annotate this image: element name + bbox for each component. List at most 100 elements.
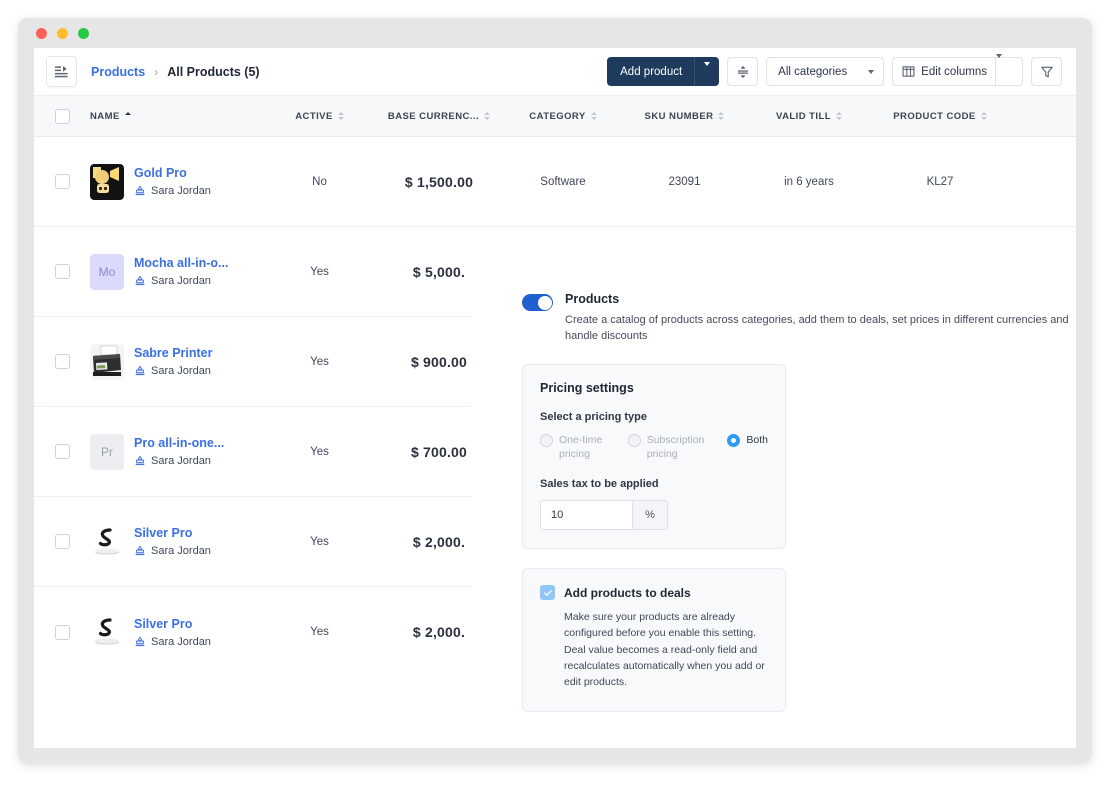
product-sku-cell: 23091 bbox=[668, 175, 701, 188]
maximize-traffic-light-icon[interactable] bbox=[78, 27, 89, 39]
settings-panel-header: Products Create a catalog of products ac… bbox=[522, 292, 1076, 345]
product-thumbnail bbox=[90, 163, 124, 200]
radio-icon bbox=[627, 433, 641, 447]
add-products-to-deals-description: Make sure your products are already conf… bbox=[564, 611, 765, 689]
pricing-option-one-time-label: One-time pricing bbox=[559, 433, 603, 461]
product-owner-name: Sara Jordan bbox=[151, 275, 211, 287]
product-name-cell: Gold Pro Sara Jordan bbox=[90, 163, 266, 200]
sort-icon bbox=[718, 112, 725, 120]
minimize-traffic-light-icon[interactable] bbox=[57, 27, 68, 39]
product-name-link[interactable]: Silver Pro bbox=[134, 617, 211, 631]
product-active-cell: Yes bbox=[310, 535, 329, 548]
breadcrumb-products-link[interactable]: Products bbox=[91, 65, 145, 79]
sort-icon bbox=[484, 112, 491, 120]
radio-icon bbox=[540, 433, 553, 447]
row-select-cell bbox=[34, 354, 90, 369]
select-all-checkbox[interactable] bbox=[54, 108, 70, 124]
product-name-cell: Pr Pro all-in-one... Sara Jordan bbox=[90, 433, 266, 470]
product-thumbnail bbox=[90, 523, 124, 560]
product-name-cell: Sabre Printer Sara Jordan bbox=[90, 343, 266, 380]
product-active-cell: Yes bbox=[310, 355, 329, 368]
screenshot-root: Products › All Products (5) Add product bbox=[0, 0, 1110, 793]
row-select-checkbox[interactable] bbox=[54, 354, 70, 369]
sort-icon bbox=[980, 112, 987, 120]
columns-table-icon bbox=[902, 66, 915, 77]
category-filter-select[interactable]: All categories bbox=[766, 57, 885, 86]
row-density-button[interactable] bbox=[727, 57, 759, 86]
toggle-side-panel-button[interactable] bbox=[46, 56, 77, 87]
toggle-knob bbox=[537, 295, 552, 310]
product-name-cell: Silver Pro Sara Jordan bbox=[90, 614, 266, 650]
add-product-button[interactable]: Add product bbox=[607, 57, 720, 86]
chevron-down-icon bbox=[868, 69, 875, 74]
pricing-option-subscription[interactable]: Subscription pricing bbox=[627, 433, 719, 461]
column-header-category[interactable]: CATEGORY bbox=[505, 111, 621, 122]
checkbox-checked-icon[interactable] bbox=[540, 585, 555, 601]
pricing-option-one-time[interactable]: One-time pricing bbox=[540, 433, 619, 461]
product-name-link[interactable]: Gold Pro bbox=[134, 166, 211, 180]
pricing-option-both-label: Both bbox=[746, 433, 768, 446]
product-base-currency-cell: $ 1,500.00 bbox=[404, 173, 474, 190]
add-products-to-deals-title: Add products to deals bbox=[564, 585, 691, 600]
product-active-cell: Yes bbox=[310, 265, 329, 278]
add-products-to-deals-row[interactable]: Add products to deals bbox=[540, 585, 768, 601]
owner-stamp-icon bbox=[135, 545, 145, 556]
edit-columns-dropdown-toggle[interactable] bbox=[995, 54, 1022, 85]
product-owner: Sara Jordan bbox=[134, 275, 228, 287]
column-header-active[interactable]: ACTIVE bbox=[266, 111, 373, 122]
product-active-cell: Yes bbox=[310, 445, 329, 458]
sort-icon bbox=[337, 112, 344, 120]
product-name-cell: Mo Mocha all-in-o... Sara Jordan bbox=[90, 253, 266, 290]
row-select-checkbox[interactable] bbox=[54, 444, 70, 459]
row-select-cell bbox=[34, 534, 90, 549]
product-owner-name: Sara Jordan bbox=[151, 545, 211, 557]
row-select-cell bbox=[34, 264, 90, 279]
breadcrumb-current: All Products (5) bbox=[167, 64, 260, 79]
owner-stamp-icon bbox=[135, 365, 145, 376]
product-owner: Sara Jordan bbox=[134, 185, 211, 197]
product-name-link[interactable]: Pro all-in-one... bbox=[134, 436, 224, 450]
product-active-cell: Yes bbox=[310, 626, 329, 638]
product-name-link[interactable]: Silver Pro bbox=[134, 526, 211, 540]
product-name-cell: Silver Pro Sara Jordan bbox=[90, 523, 266, 560]
pricing-settings-title: Pricing settings bbox=[540, 380, 634, 395]
row-select-checkbox[interactable] bbox=[54, 534, 70, 549]
owner-stamp-icon bbox=[135, 185, 145, 196]
pricing-settings-card: Pricing settings Select a pricing type O… bbox=[522, 363, 786, 550]
add-products-to-deals-card: Add products to deals Make sure your pro… bbox=[522, 568, 786, 712]
product-category-cell: Software bbox=[540, 175, 586, 188]
sales-tax-input[interactable]: 10 bbox=[540, 500, 632, 531]
column-header-valid-till[interactable]: VALID TILL bbox=[748, 111, 870, 122]
column-header-active-label: ACTIVE bbox=[295, 110, 333, 122]
column-header-product-code[interactable]: PRODUCT CODE bbox=[870, 111, 1010, 122]
filter-button[interactable] bbox=[1031, 57, 1062, 86]
column-header-product-code-label: PRODUCT CODE bbox=[893, 110, 976, 122]
row-select-checkbox[interactable] bbox=[54, 264, 70, 279]
edit-columns-button[interactable]: Edit columns bbox=[892, 54, 1023, 86]
product-active-cell: No bbox=[312, 175, 327, 188]
product-name-link[interactable]: Sabre Printer bbox=[134, 346, 213, 360]
row-select-checkbox[interactable] bbox=[54, 174, 70, 189]
pricing-option-subscription-label: Subscription pricing bbox=[646, 433, 705, 461]
pricing-type-label: Select a pricing type bbox=[540, 410, 647, 423]
column-header-sku-label: SKU NUMBER bbox=[644, 110, 714, 122]
product-owner-name: Sara Jordan bbox=[151, 365, 211, 377]
pricing-option-both[interactable]: Both bbox=[727, 433, 768, 461]
add-product-label: Add product bbox=[620, 65, 683, 78]
close-traffic-light-icon[interactable] bbox=[36, 27, 47, 39]
add-product-dropdown-toggle[interactable] bbox=[695, 61, 719, 78]
table-row[interactable]: Gold Pro Sara Jordan No $ 1,500.00 Software 2… bbox=[34, 137, 1076, 227]
products-feature-toggle[interactable] bbox=[522, 294, 553, 311]
column-header-base-currency[interactable]: BASE CURRENC... bbox=[373, 111, 505, 122]
row-select-cell bbox=[34, 624, 90, 640]
settings-subtitle: Create a catalog of products across cate… bbox=[565, 314, 1069, 342]
sort-icon bbox=[124, 112, 131, 120]
owner-stamp-icon bbox=[135, 275, 145, 286]
column-header-name[interactable]: NAME bbox=[90, 111, 266, 122]
row-select-checkbox[interactable] bbox=[54, 624, 70, 640]
row-select-cell bbox=[34, 444, 90, 459]
product-owner: Sara Jordan bbox=[134, 545, 211, 557]
column-header-sku[interactable]: SKU NUMBER bbox=[621, 111, 748, 122]
column-header-valid-till-label: VALID TILL bbox=[776, 110, 831, 122]
product-name-link[interactable]: Mocha all-in-o... bbox=[134, 256, 228, 270]
